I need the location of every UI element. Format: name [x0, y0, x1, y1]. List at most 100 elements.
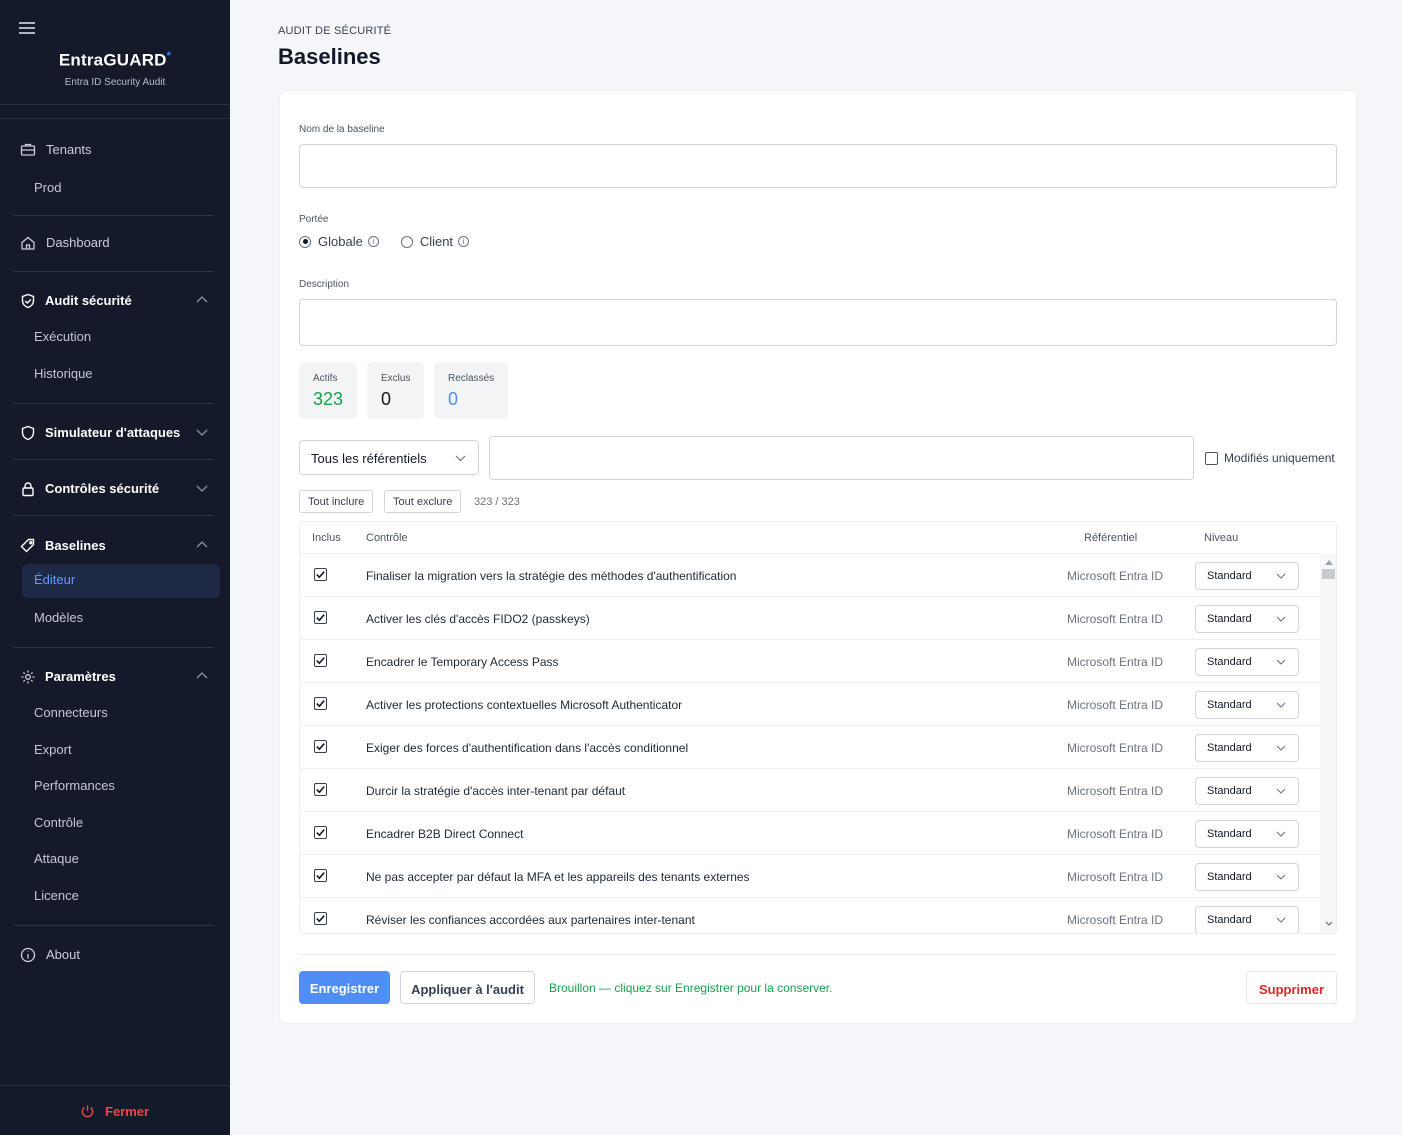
framework-name: Microsoft Entra ID — [1067, 612, 1164, 626]
sidebar-item-editor[interactable]: Éditeur — [22, 564, 220, 598]
sidebar-section-simulator[interactable]: Simulateur d'attaques — [0, 414, 230, 450]
stat-value: 0 — [381, 389, 392, 409]
shield-icon — [21, 425, 35, 441]
level-select[interactable]: Standard — [1195, 906, 1299, 933]
exclude-all-button[interactable]: Tout exclure — [384, 490, 462, 513]
control-name: Activer les clés d'accès FIDO2 (passkeys… — [366, 612, 590, 626]
sidebar-section-settings[interactable]: Paramètres — [0, 658, 230, 694]
sidebar-item-about[interactable]: About — [0, 936, 230, 972]
modified-only-toggle[interactable]: Modifiés uniquement — [1205, 451, 1335, 465]
control-name: Encadrer B2B Direct Connect — [366, 827, 524, 841]
control-name: Encadrer le Temporary Access Pass — [366, 655, 559, 669]
table-row: Durcir la stratégie d'accès inter-tenant… — [300, 768, 1320, 811]
include-checkbox[interactable] — [314, 654, 327, 667]
level-select[interactable]: Standard — [1195, 691, 1299, 719]
sidebar-item-performances[interactable]: Performances — [34, 776, 115, 796]
sidebar-item-export[interactable]: Export — [34, 740, 72, 760]
level-select[interactable]: Standard — [1195, 820, 1299, 848]
divider — [299, 954, 1337, 955]
app-name-mark: * — [166, 50, 172, 62]
framework-name: Microsoft Entra ID — [1067, 741, 1164, 755]
chevron-down-icon — [1276, 573, 1286, 579]
chevron-up-icon — [196, 672, 208, 679]
app-subtitle: Entra ID Security Audit — [64, 76, 166, 88]
sidebar-section-controls[interactable]: Contrôles sécurité — [0, 470, 230, 506]
include-checkbox[interactable] — [314, 826, 327, 839]
check-icon — [316, 657, 325, 665]
sidebar-item-execution[interactable]: Exécution — [34, 327, 91, 347]
info-icon[interactable]: i — [458, 236, 470, 247]
chevron-down-icon — [1276, 788, 1286, 794]
scroll-down-icon[interactable] — [1324, 920, 1334, 928]
info-icon[interactable]: i — [367, 236, 379, 247]
framework-name: Microsoft Entra ID — [1067, 913, 1164, 927]
sidebar-item-dashboard[interactable]: Dashboard — [0, 224, 230, 260]
column-header-included: Inclus — [312, 532, 341, 544]
divider — [0, 1085, 230, 1086]
include-checkbox[interactable] — [314, 568, 327, 581]
brand: EntraGUARD* Entra ID Security Audit — [0, 50, 230, 88]
sidebar-item-connectors[interactable]: Connecteurs — [34, 703, 108, 723]
sidebar-item-attack[interactable]: Attaque — [34, 849, 79, 869]
control-name: Finaliser la migration vers la stratégie… — [366, 569, 737, 583]
sidebar-item-history[interactable]: Historique — [34, 364, 93, 384]
baseline-name-input[interactable] — [299, 144, 1337, 188]
save-button[interactable]: Enregistrer — [299, 971, 390, 1004]
sidebar-item-control[interactable]: Contrôle — [34, 813, 83, 833]
scope-radio-global[interactable] — [299, 235, 311, 248]
level-select-value: Standard — [1207, 699, 1252, 711]
check-icon — [316, 700, 325, 708]
stat-label: Reclassés — [448, 373, 495, 384]
include-checkbox[interactable] — [314, 740, 327, 753]
scrollbar-thumb[interactable] — [1322, 569, 1335, 579]
search-input[interactable] — [489, 436, 1194, 480]
close-button[interactable]: Fermer — [80, 1104, 149, 1119]
modified-only-checkbox[interactable] — [1205, 451, 1218, 465]
sidebar-item-license[interactable]: Licence — [34, 886, 79, 906]
include-all-button[interactable]: Tout inclure — [299, 490, 374, 513]
sidebar-section-audit[interactable]: Audit sécurité — [0, 282, 230, 318]
description-input[interactable] — [299, 299, 1337, 346]
divider — [14, 515, 214, 516]
include-checkbox[interactable] — [314, 611, 327, 624]
column-header-control: Contrôle — [366, 532, 408, 544]
stat-label: Exclus — [381, 373, 411, 384]
tenant-prod[interactable]: Prod — [34, 178, 61, 198]
breadcrumb: AUDIT DE SÉCURITÉ — [278, 25, 392, 37]
sidebar-item-label: About — [46, 946, 80, 962]
include-checkbox[interactable] — [314, 697, 327, 710]
include-checkbox[interactable] — [314, 869, 327, 882]
level-select[interactable]: Standard — [1195, 648, 1299, 676]
sidebar-section-baselines[interactable]: Baselines — [0, 527, 230, 563]
sidebar-item-tenants[interactable]: Tenants — [0, 131, 230, 167]
level-select[interactable]: Standard — [1195, 777, 1299, 805]
level-select[interactable]: Standard — [1195, 734, 1299, 762]
scope-radio-client[interactable] — [400, 235, 413, 248]
result-count: 323 / 323 — [474, 496, 520, 508]
check-icon — [316, 571, 325, 579]
level-select[interactable]: Standard — [1195, 863, 1299, 891]
apply-to-audit-button[interactable]: Appliquer à l'audit — [400, 971, 535, 1004]
scrollbar[interactable] — [1320, 554, 1336, 933]
chevron-up-icon — [196, 541, 208, 548]
level-select-value: Standard — [1207, 914, 1252, 926]
menu-icon[interactable] — [19, 22, 35, 34]
include-checkbox[interactable] — [314, 912, 327, 925]
table-row: Ne pas accepter par défaut la MFA et les… — [300, 854, 1320, 897]
divider — [14, 403, 214, 404]
chevron-down-icon — [455, 455, 466, 462]
stat-value: 0 — [448, 389, 459, 409]
gear-icon — [21, 670, 35, 684]
include-checkbox[interactable] — [314, 783, 327, 796]
level-select[interactable]: Standard — [1195, 605, 1299, 633]
scope-option-label: Globale — [318, 234, 363, 249]
tag-icon — [20, 538, 35, 553]
delete-button[interactable]: Supprimer — [1246, 971, 1337, 1004]
level-select[interactable]: Standard — [1195, 562, 1299, 590]
scroll-up-icon[interactable] — [1324, 559, 1334, 567]
framework-select[interactable]: Tous les référentiels — [299, 440, 479, 475]
controls-table: Inclus Contrôle Référentiel Niveau Final… — [299, 521, 1337, 934]
sidebar-item-templates[interactable]: Modèles — [34, 608, 83, 628]
power-icon — [81, 1105, 94, 1118]
chevron-down-icon — [1276, 702, 1286, 708]
